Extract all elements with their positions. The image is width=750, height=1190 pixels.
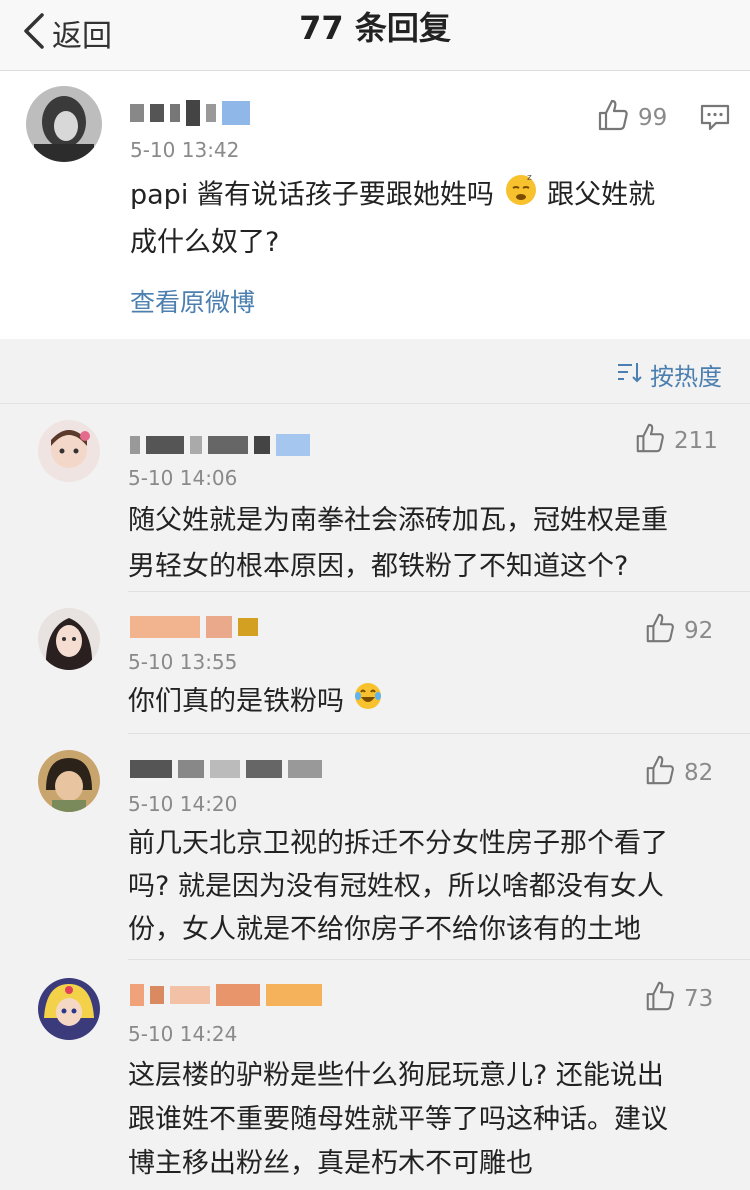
reply-time: 5-10 14:20	[128, 792, 238, 816]
like-button[interactable]: 211	[634, 422, 718, 460]
like-count: 82	[684, 760, 714, 786]
comment-time: 5-10 13:42	[130, 138, 240, 162]
original-comment: 5-10 13:42 99 papi 酱有说话孩子要跟她姓吗 z 跟父姓就 成什…	[0, 71, 750, 339]
sort-bar: 按热度	[0, 339, 750, 404]
sort-label: 按热度	[650, 363, 722, 391]
reply-item: 5-10 13:55 92 你们真的是铁粉吗	[0, 592, 750, 734]
page-title: 77 条回复	[299, 9, 451, 47]
like-count: 92	[684, 618, 714, 644]
reply-text-line: 吗? 就是因为没有冠姓权，所以啥都没有女人	[128, 871, 664, 902]
reply-time: 5-10 14:06	[128, 466, 238, 490]
thumbs-up-icon	[644, 612, 676, 650]
thumbs-up-icon	[644, 754, 676, 792]
thumbs-up-icon	[596, 98, 630, 138]
comment-text-line: papi 酱有说话孩子要跟她姓吗	[130, 179, 494, 211]
view-original-weibo-link[interactable]: 查看原微博	[130, 283, 255, 319]
like-button[interactable]: 73	[644, 980, 713, 1018]
like-button[interactable]: 92	[644, 612, 713, 650]
username-blurred[interactable]	[130, 984, 322, 1006]
reply-item: 5-10 14:24 73 这层楼的驴粉是些什么狗屁玩意儿? 还能说出 跟谁姓不…	[0, 960, 750, 1190]
thumbs-up-icon	[644, 980, 676, 1018]
reply-text-line: 前几天北京卫视的拆迁不分女性房子那个看了	[128, 828, 668, 859]
username-blurred[interactable]	[130, 616, 258, 638]
sort-icon	[616, 361, 642, 389]
laugh-cry-emoji-icon	[353, 681, 383, 725]
reply-text: 随父姓就是为南拳社会添砖加瓦，冠姓权是重 男轻女的根本原因，都铁粉了不知道这个?	[128, 498, 728, 590]
reply-time: 5-10 14:24	[128, 1022, 238, 1046]
reply-text-line: 你们真的是铁粉吗	[128, 686, 344, 717]
avatar[interactable]	[26, 86, 102, 162]
reply-text-line: 份，女人就是不给你房子不给你该有的土地	[128, 914, 641, 945]
sort-by-popularity-button[interactable]: 按热度	[616, 357, 722, 392]
comment-text-line: 跟父姓就	[547, 179, 656, 211]
like-count: 99	[638, 105, 668, 131]
like-count: 73	[684, 986, 714, 1012]
username-blurred[interactable]	[130, 100, 250, 126]
avatar[interactable]	[38, 978, 100, 1040]
sleepy-face-emoji-icon: z	[503, 171, 539, 221]
reply-text-line: 男轻女的根本原因，都铁粉了不知道这个?	[128, 551, 629, 582]
comment-text-line: 成什么奴了?	[130, 227, 280, 258]
svg-text:z: z	[527, 173, 532, 183]
reply-time: 5-10 13:55	[128, 650, 238, 674]
reply-item: 5-10 14:20 82 前几天北京卫视的拆迁不分女性房子那个看了 吗? 就是…	[0, 734, 750, 960]
reply-text-line: 随父姓就是为南拳社会添砖加瓦，冠姓权是重	[128, 505, 668, 536]
username-blurred[interactable]	[130, 760, 322, 778]
reply-item: 5-10 14:06 211 随父姓就是为南拳社会添砖加瓦，冠姓权是重 男轻女的…	[0, 404, 750, 592]
reply-text: 这层楼的驴粉是些什么狗屁玩意儿? 还能说出 跟谁姓不重要随母姓就平等了吗这种话。…	[128, 1054, 728, 1186]
reply-text-line: 博主移出粉丝，真是朽木不可雕也	[128, 1148, 533, 1179]
comment-text: papi 酱有说话孩子要跟她姓吗 z 跟父姓就 成什么奴了?	[130, 171, 730, 265]
like-button[interactable]: 99	[596, 98, 667, 138]
reply-icon[interactable]	[700, 103, 730, 135]
avatar[interactable]	[38, 420, 100, 482]
avatar[interactable]	[38, 750, 100, 812]
avatar[interactable]	[38, 608, 100, 670]
top-navigation-bar: 返回 77 条回复	[0, 0, 750, 71]
reply-text: 前几天北京卫视的拆迁不分女性房子那个看了 吗? 就是因为没有冠姓权，所以啥都没有…	[128, 822, 728, 951]
thumbs-up-icon	[634, 422, 666, 460]
like-count: 211	[674, 428, 718, 454]
reply-text: 你们真的是铁粉吗	[128, 680, 728, 725]
like-button[interactable]: 82	[644, 754, 713, 792]
reply-text-line: 跟谁姓不重要随母姓就平等了吗这种话。建议	[128, 1104, 668, 1135]
reply-text-line: 这层楼的驴粉是些什么狗屁玩意儿? 还能说出	[128, 1060, 664, 1091]
username-blurred[interactable]	[130, 434, 310, 456]
